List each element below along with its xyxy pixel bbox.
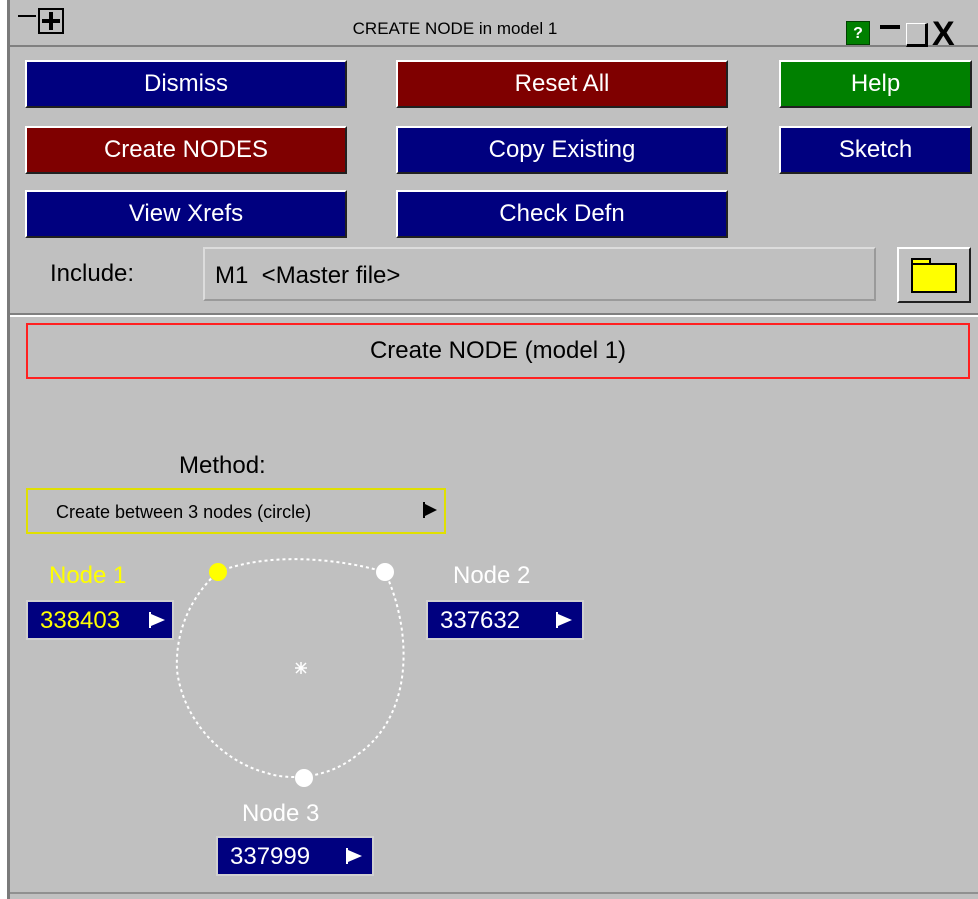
panel-title: Create NODE (model 1) <box>26 323 970 379</box>
node-1-flag-icon <box>151 614 165 626</box>
copy-existing-button[interactable]: Copy Existing <box>396 126 728 174</box>
help-button[interactable]: Help <box>779 60 972 108</box>
window-title: CREATE NODE in model 1 <box>352 19 558 38</box>
node-2-input[interactable]: 337632 <box>426 600 584 640</box>
circle-diagram <box>175 558 405 787</box>
node-2-value: 337632 <box>440 607 521 634</box>
node-2-label: Node 2 <box>453 562 531 589</box>
node-3-value: 337999 <box>230 843 311 870</box>
maximize-icon[interactable] <box>906 23 928 47</box>
separator <box>10 313 978 317</box>
close-icon[interactable]: X <box>932 17 955 51</box>
node-3-input[interactable]: 337999 <box>216 836 374 876</box>
node-1-input[interactable]: 338403 <box>26 600 174 640</box>
include-field[interactable]: M1 <Master file> <box>203 247 876 301</box>
dropdown-flag-icon <box>425 504 437 516</box>
title-bar[interactable]: CREATE NODE in model 1 ? X <box>10 5 978 51</box>
node-2-point <box>376 563 394 581</box>
node-1-point <box>209 563 227 581</box>
node-3-label: Node 3 <box>242 800 320 827</box>
window-left-border <box>7 0 10 899</box>
bottom-border <box>10 892 978 894</box>
sketch-button[interactable]: Sketch <box>779 126 972 174</box>
create-nodes-button[interactable]: Create NODES <box>25 126 347 174</box>
method-dropdown[interactable]: Create between 3 nodes (circle) <box>26 488 446 534</box>
method-label: Method: <box>179 452 266 479</box>
dismiss-button[interactable]: Dismiss <box>25 60 347 108</box>
reset-all-button[interactable]: Reset All <box>396 60 728 108</box>
minimize-icon[interactable] <box>880 25 900 29</box>
view-xrefs-button[interactable]: View Xrefs <box>25 190 347 238</box>
node-2-flag-icon <box>558 614 572 626</box>
node-1-value: 338403 <box>40 607 121 634</box>
folder-icon <box>911 263 957 293</box>
node-1-label: Node 1 <box>49 562 127 589</box>
node-3-point <box>295 769 313 787</box>
circle-outline <box>175 558 405 778</box>
window-menu-dash-icon[interactable] <box>18 15 36 17</box>
browse-folder-button[interactable] <box>897 247 971 303</box>
include-value: M1 <Master file> <box>215 262 401 289</box>
include-label: Include: <box>50 260 135 287</box>
node-3-flag-icon <box>348 850 362 862</box>
center-star-icon <box>295 662 307 674</box>
check-defn-button[interactable]: Check Defn <box>396 190 728 238</box>
create-node-window: CREATE NODE in model 1 ? X Dismiss Reset… <box>7 0 978 899</box>
help-question-icon[interactable]: ? <box>846 21 870 45</box>
method-selected: Create between 3 nodes (circle) <box>56 502 312 522</box>
